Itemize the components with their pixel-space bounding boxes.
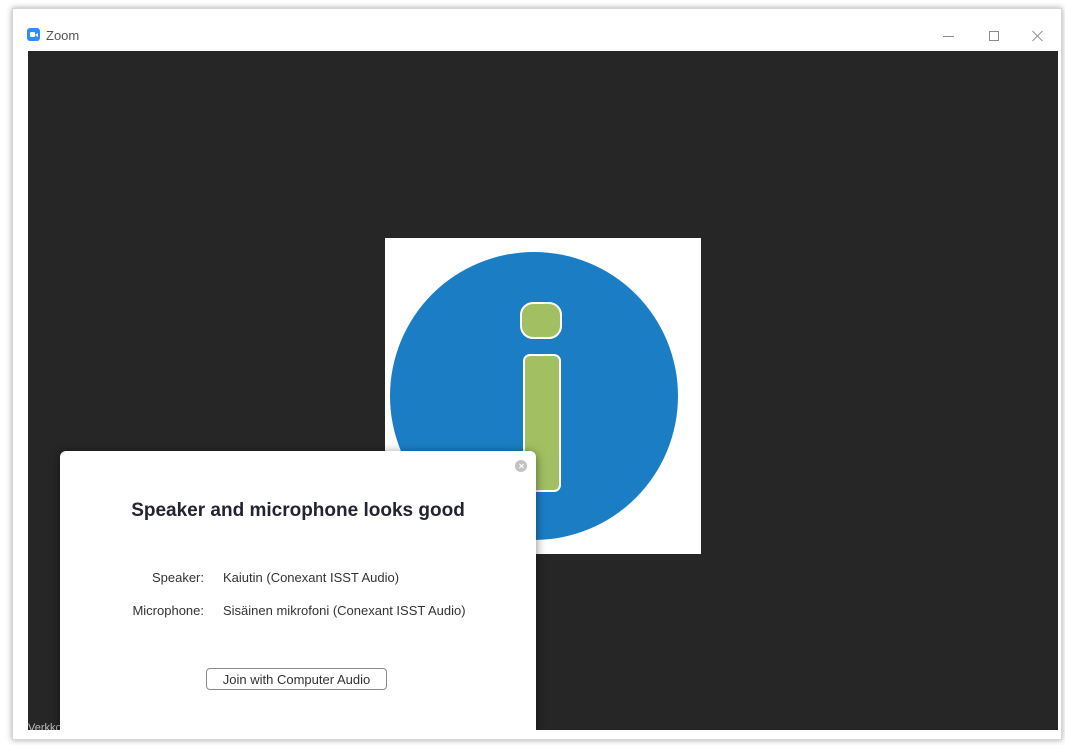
join-computer-audio-button[interactable]: Join with Computer Audio [206,668,387,690]
minimize-button[interactable] [925,23,971,49]
minimize-icon [942,35,954,37]
zoom-window: Zoom Verkkokouluttajat Sähköinfo Oy Spea… [12,8,1062,740]
dialog-title: Speaker and microphone looks good [131,500,465,521]
close-icon [1032,30,1044,42]
speaker-device: Kaiutin (Conexant ISST Audio) [223,570,400,585]
maximize-icon [989,31,999,41]
microphone-device: Sisäinen mikrofoni (Conexant ISST Audio) [223,603,466,618]
title-bar: Zoom [13,9,1061,51]
zoom-app-icon [27,28,40,41]
speaker-label: Speaker: [151,570,204,585]
audio-test-dialog: Speaker and microphone looks good Speake… [60,451,536,730]
microphone-label: Microphone: [132,603,204,618]
close-window-button[interactable] [1015,23,1061,49]
speaker-row: Speaker: Kaiutin (Conexant ISST Audio) [60,570,536,588]
microphone-row: Microphone: Sisäinen mikrofoni (Conexant… [60,603,536,621]
maximize-button[interactable] [971,23,1017,49]
window-title: Zoom [46,28,80,43]
dialog-close-icon[interactable] [515,460,527,472]
meeting-video-area: Verkkokouluttajat Sähköinfo Oy Speaker a… [28,51,1058,730]
